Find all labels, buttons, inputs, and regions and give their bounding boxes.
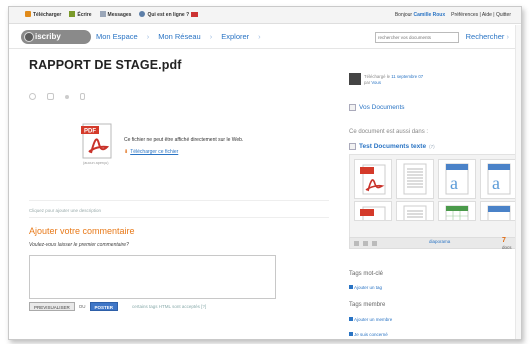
member-tags-heading: Tags membre (349, 302, 386, 308)
print-icon[interactable] (47, 93, 54, 100)
trash-icon[interactable] (80, 93, 85, 100)
or-label: OU (78, 304, 86, 309)
chevron-right-icon: › (209, 32, 213, 41)
pdf-file-icon (360, 164, 386, 195)
upload-icon (25, 11, 31, 17)
pause-icon[interactable] (363, 241, 368, 246)
account-links[interactable]: Préférences | Aide | Quitter (451, 7, 511, 24)
plus-icon (349, 332, 353, 336)
preview-button[interactable]: PREVISUALISER (29, 302, 75, 311)
folder-icon (349, 104, 356, 111)
document-thumbnail[interactable] (438, 201, 476, 221)
add-tag-link[interactable]: Ajouter un tag (349, 285, 382, 290)
also-in-label: Ce document est aussi dans : (349, 129, 429, 135)
pdf-file-icon: PDF (81, 123, 112, 159)
messages-link[interactable]: Messages (99, 7, 131, 24)
divider (29, 200, 329, 201)
greeting: Bonjour Camille Roux (394, 12, 446, 18)
app-window: Télécharger Écrire Messages Qui est en l… (8, 6, 522, 340)
star-icon[interactable] (29, 93, 36, 100)
share-icon[interactable] (65, 95, 69, 99)
document-thumbnail[interactable] (396, 201, 434, 221)
plus-icon (349, 317, 353, 321)
plus-icon (349, 285, 353, 289)
scrollbar[interactable] (515, 25, 521, 339)
download-arrow-icon: ⬇ (124, 149, 129, 155)
folder-icon (349, 143, 356, 150)
folder-link[interactable]: Test Documents texte (7) (349, 143, 435, 150)
slideshow-link[interactable]: diaporama (429, 239, 450, 244)
folder-thumbnails: a a (349, 154, 521, 246)
upload-date-link[interactable]: 11 septembre 07 (391, 74, 423, 79)
username-link[interactable]: Camille Roux (413, 12, 445, 18)
site-logo[interactable]: iscriby (21, 30, 91, 44)
spreadsheet-icon (445, 205, 469, 220)
keyword-tags-heading: Tags mot-clé (349, 271, 384, 277)
logo-icon (24, 32, 34, 42)
avatar[interactable] (349, 73, 361, 85)
svg-text:PDF: PDF (84, 129, 96, 135)
add-member-link[interactable]: Ajouter un membre (349, 317, 392, 322)
nav-mon-reseau[interactable]: Mon Réseau (158, 32, 201, 41)
nav-explorer[interactable]: Explorer (221, 32, 249, 41)
comment-actions: PREVISUALISER OU POSTER certains tags HT… (29, 302, 206, 311)
word-document-icon: a (445, 163, 469, 195)
post-button[interactable]: POSTER (89, 302, 119, 311)
search-button[interactable]: Rechercher › (466, 32, 509, 41)
main-nav: iscriby Mon Espace › Mon Réseau › Explor… (9, 25, 521, 49)
comment-question: Voulez-vous laisser le premier commentai… (29, 242, 129, 248)
not-viewable-message: Ce fichier ne peut être affiché directem… (124, 137, 244, 143)
text-document-icon (403, 163, 427, 195)
text-document-icon (403, 205, 427, 220)
chevron-right-icon: › (258, 32, 261, 41)
flag-icon (190, 12, 198, 17)
document-thumbnail[interactable]: a (438, 159, 476, 199)
document-thumbnail[interactable] (354, 159, 392, 199)
page-title: RAPPORT DE STAGE.pdf (29, 58, 182, 72)
concerned-link[interactable]: Je suis concerné (349, 332, 388, 337)
document-thumbnail[interactable] (480, 201, 518, 221)
search-input[interactable]: rechercher vos documents (375, 32, 459, 43)
word-document-icon (487, 205, 511, 220)
top-toolbar: Télécharger Écrire Messages Qui est en l… (9, 7, 521, 24)
download-link[interactable]: ⬇ Télécharger ce fichier (124, 149, 178, 155)
envelope-icon (99, 11, 106, 17)
document-thumbnail[interactable] (396, 159, 434, 199)
next-icon[interactable] (372, 241, 377, 246)
uploader-link[interactable]: Vous (371, 80, 381, 85)
divider (29, 217, 329, 218)
write-link[interactable]: Écrire (69, 7, 92, 24)
thumbnail-caption: (aucun aperçu) (83, 161, 109, 165)
add-description-link[interactable]: Cliquez pour ajouter une description (29, 208, 101, 213)
document-thumbnail[interactable] (354, 201, 392, 221)
svg-text:a: a (492, 173, 500, 193)
prev-icon[interactable] (354, 241, 359, 246)
html-tags-hint[interactable]: certains tags HTML sont acceptés [?] (132, 304, 206, 309)
word-document-icon: a (487, 163, 511, 195)
nav-mon-espace[interactable]: Mon Espace (96, 32, 138, 41)
upload-link[interactable]: Télécharger (25, 7, 61, 24)
comment-textarea[interactable] (29, 255, 276, 299)
upload-info: Téléchargé le 11 septembre 07 par Vous (364, 74, 424, 85)
pencil-icon (69, 11, 76, 17)
doc-count: 7 docs (502, 237, 512, 250)
svg-text:a: a (450, 173, 458, 193)
document-tools (29, 93, 85, 100)
user-icon (139, 11, 146, 17)
your-documents-link[interactable]: Vos Documents (349, 104, 405, 111)
pdf-file-icon (360, 206, 386, 220)
chevron-right-icon: › (146, 32, 150, 41)
online-link[interactable]: Qui est en ligne ? (139, 7, 199, 24)
comment-heading: Ajouter votre commentaire (29, 226, 135, 236)
document-thumbnail[interactable]: a (480, 159, 518, 199)
